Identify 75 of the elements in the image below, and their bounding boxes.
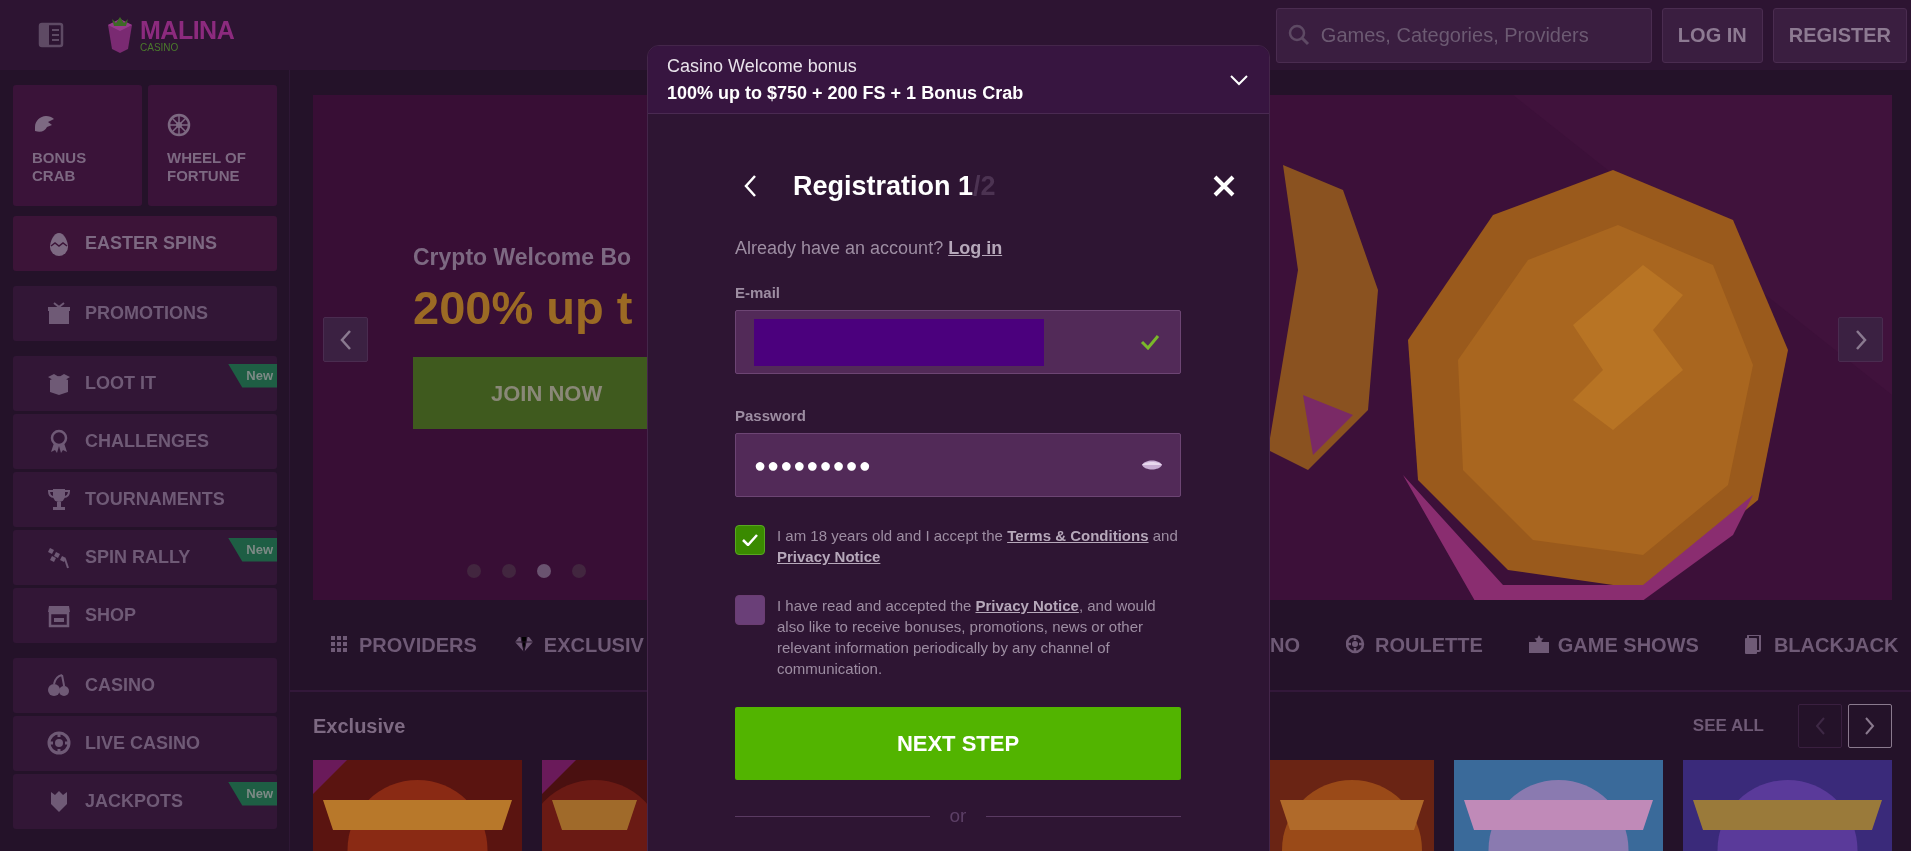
password-label: Password <box>735 407 807 425</box>
chevron-down-icon <box>1229 73 1249 86</box>
policy-link[interactable]: Terms & Conditions <box>1007 527 1149 544</box>
chevron-right-icon <box>1864 716 1876 736</box>
category-tab[interactable]: EXCLUSIV <box>514 630 644 660</box>
sidebar-item[interactable]: PROMOTIONS <box>13 286 277 341</box>
roulette-icon <box>47 731 71 756</box>
shop-icon <box>47 603 71 628</box>
new-badge: New <box>228 782 277 806</box>
back-button[interactable] <box>743 174 757 198</box>
category-tab[interactable]: PROVIDERS <box>330 630 477 660</box>
sidebar-item[interactable]: JACKPOTS New <box>13 774 277 829</box>
trophy-icon <box>47 487 71 512</box>
sidebar-tile[interactable]: WHEEL OF FORTUNE <box>148 85 277 206</box>
register-button[interactable]: REGISTER <box>1772 7 1907 63</box>
new-badge: New <box>228 364 277 388</box>
sidebar-item[interactable]: LIVE CASINO <box>13 716 277 771</box>
box-icon <box>47 371 71 396</box>
sidebar-item[interactable]: TOURNAMENTS <box>13 472 277 527</box>
next-button[interactable] <box>1848 704 1892 748</box>
category-tab[interactable]: BLACKJACK <box>1744 630 1899 660</box>
chevron-left-icon <box>338 328 353 351</box>
policy-link[interactable]: Privacy Notice <box>777 548 881 565</box>
category-tab[interactable]: GAME SHOWS <box>1528 630 1699 660</box>
checkbox[interactable] <box>735 525 765 555</box>
sidebar-item[interactable]: CASINO <box>13 658 277 713</box>
roulette-icon <box>1346 635 1366 655</box>
cherries-icon <box>47 673 71 698</box>
email-field[interactable] <box>735 310 1181 374</box>
sidebar-item[interactable]: CHALLENGES <box>13 414 277 469</box>
logo-subtitle: CASINO <box>140 42 180 53</box>
banner-headline: 200% up t <box>413 280 634 336</box>
grid-icon <box>330 635 350 655</box>
gift-icon <box>47 301 71 326</box>
chevron-right-icon <box>1853 328 1868 351</box>
see-all-link[interactable]: SEE ALL <box>1686 712 1770 740</box>
next-step-button[interactable]: NEXT STEP <box>735 707 1181 780</box>
sidebar-item[interactable]: LOOT IT New <box>13 356 277 411</box>
consent-text: I am 18 years old and I accept the Terms & Conditions and Privacy Notice <box>777 526 1179 567</box>
chevron-left-icon <box>1814 716 1826 736</box>
login-link[interactable]: Log in <box>948 238 1003 258</box>
logo-text: MALINA <box>140 17 235 43</box>
search-field[interactable]: Games, Categories, Providers <box>1275 7 1652 63</box>
close-icon <box>1212 174 1236 198</box>
sidebar-toggle-icon[interactable] <box>38 22 64 48</box>
login-prompt: Already have an account? Log in <box>735 237 1004 259</box>
next-slide-button[interactable] <box>1838 317 1883 362</box>
bonus-detail: 100% up to $750 + 200 FS + 1 Bonus Crab <box>667 81 1024 105</box>
checkbox[interactable] <box>735 595 765 625</box>
consent-text: I have read and accepted the Privacy Notice, and would also like to receive bonuses, promotions, news or other relevant information periodically by any channel of communication. <box>777 596 1157 679</box>
podium-icon <box>1528 635 1549 655</box>
bonus-title: Casino Welcome bonus <box>667 54 858 78</box>
previous-slide-button[interactable] <box>323 317 368 362</box>
category-tab[interactable]: ROULETTE <box>1346 630 1483 660</box>
password-field[interactable]: ●●●●●●●●● <box>735 433 1181 497</box>
bonus-header[interactable]: Casino Welcome bonus 100% up to $750 + 200 FS + 1 Bonus Crab <box>648 46 1269 114</box>
expand-button[interactable] <box>1229 73 1249 86</box>
chevron-left-icon <box>743 174 757 198</box>
dialog-title: Registration 1/2 <box>793 172 996 200</box>
section-title: Exclusive <box>313 714 406 739</box>
wheel-icon <box>167 113 191 137</box>
new-badge: New <box>228 538 277 562</box>
email-label: E-mail <box>735 284 781 302</box>
close-button[interactable] <box>1212 174 1236 198</box>
sidebar-tile[interactable]: BONUS CRAB <box>13 85 142 206</box>
login-button[interactable]: LOG IN <box>1661 7 1763 63</box>
egg-icon <box>47 230 71 257</box>
diamond-icon <box>514 635 535 655</box>
join-now-button[interactable]: JOIN NOW <box>413 357 647 429</box>
sidebar-item[interactable]: SPIN RALLY New <box>13 530 277 585</box>
check-icon <box>742 534 758 546</box>
category-tab[interactable]: NO <box>1270 630 1300 660</box>
sidebar-item[interactable]: SHOP <box>13 588 277 643</box>
banner-subtitle: Crypto Welcome Bo <box>413 243 633 272</box>
policy-link[interactable]: Privacy Notice <box>975 597 1079 614</box>
